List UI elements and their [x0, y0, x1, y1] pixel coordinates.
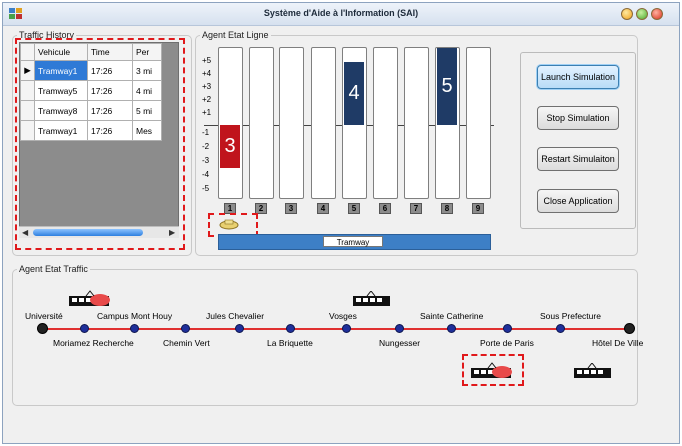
station-jules-chevalier: Jules Chevalier — [206, 311, 265, 321]
y-tick-label: -5 — [202, 184, 210, 193]
agent-etat-traffic-legend: Agent Etat Traffic — [19, 264, 88, 274]
segment-number-label: 3 — [285, 203, 297, 214]
line-segment-column — [218, 47, 243, 199]
station-moriamez-recherche: Moriamez Recherche — [53, 338, 134, 348]
highlight-traffic-history — [15, 38, 185, 250]
station-dot — [80, 324, 89, 333]
segment-number-label: 8 — [441, 203, 453, 214]
close-button[interactable] — [651, 8, 663, 20]
maximize-button[interactable] — [636, 8, 648, 20]
tram-icon — [353, 291, 390, 306]
segment-number-label: 4 — [317, 203, 329, 214]
y-tick-label: -4 — [202, 170, 210, 179]
launch-simulation-button[interactable]: Launch Simulation — [537, 65, 619, 89]
terminus-universite-icon — [37, 323, 48, 334]
window-title: Système d'Aide à l'Information (SAI) — [263, 8, 419, 18]
delay-bar: 5 — [437, 48, 457, 125]
station-dot — [556, 324, 565, 333]
tramway-bar: Tramway — [218, 234, 491, 250]
tramway-label: Tramway — [323, 236, 383, 247]
restart-simulation-button[interactable]: Restart Simulaiton — [537, 147, 619, 171]
station-dot — [395, 324, 404, 333]
delay-bar: 4 — [344, 62, 364, 125]
segment-number-label: 5 — [348, 203, 360, 214]
station-hotel-de-ville: Hôtel De Ville — [592, 338, 644, 348]
line-segment-column — [373, 47, 398, 199]
y-tick-label: +5 — [202, 56, 212, 65]
minimize-button[interactable] — [621, 8, 633, 20]
terminus-hotel-de-ville-icon — [624, 323, 635, 334]
title-bar: Système d'Aide à l'Information (SAI) — [3, 3, 679, 26]
station-universite: Université — [25, 311, 63, 321]
y-tick-label: +2 — [202, 95, 212, 104]
station-la-briquette: La Briquette — [267, 338, 313, 348]
station-dot — [181, 324, 190, 333]
agent-etat-ligne-legend: Agent Etat Ligne — [202, 30, 269, 40]
tram-icon — [574, 363, 611, 378]
segment-number-label: 6 — [379, 203, 391, 214]
y-tick-label: +4 — [202, 69, 212, 78]
line-segment-column — [404, 47, 429, 199]
close-application-button[interactable]: Close Application — [537, 189, 619, 213]
station-dot — [503, 324, 512, 333]
station-dot — [286, 324, 295, 333]
station-dot — [342, 324, 351, 333]
highlight-tram-alert — [462, 354, 524, 386]
y-tick-label: -3 — [202, 156, 210, 165]
stop-simulation-button[interactable]: Stop Simulation — [537, 106, 619, 130]
y-tick-label: -2 — [202, 142, 210, 151]
y-tick-label: +1 — [202, 108, 212, 117]
station-sainte-catherine: Sainte Catherine — [420, 311, 484, 321]
station-vosges: Vosges — [329, 311, 357, 321]
line-segment-column — [249, 47, 274, 199]
line-segment-column — [466, 47, 491, 199]
station-sous-prefecture: Sous Prefecture — [540, 311, 601, 321]
station-dot — [235, 324, 244, 333]
station-porte-de-paris: Porte de Paris — [480, 338, 534, 348]
segment-number-label: 7 — [410, 203, 422, 214]
agent-etat-traffic-group: Agent Etat Traffic — [12, 264, 638, 406]
station-dot — [447, 324, 456, 333]
y-tick-label: +3 — [202, 82, 212, 91]
line-segment-column — [279, 47, 304, 199]
delay-bar: 3 — [220, 125, 240, 168]
station-nungesser: Nungesser — [379, 338, 421, 348]
tram-alert-icon — [69, 290, 110, 306]
station-dot — [130, 324, 139, 333]
station-campus-mont-houy: Campus Mont Houy — [97, 311, 173, 321]
segment-number-label: 9 — [472, 203, 484, 214]
line-segment-column — [311, 47, 336, 199]
y-tick-label: -1 — [202, 128, 210, 137]
station-chemin-vert: Chemin Vert — [163, 338, 210, 348]
